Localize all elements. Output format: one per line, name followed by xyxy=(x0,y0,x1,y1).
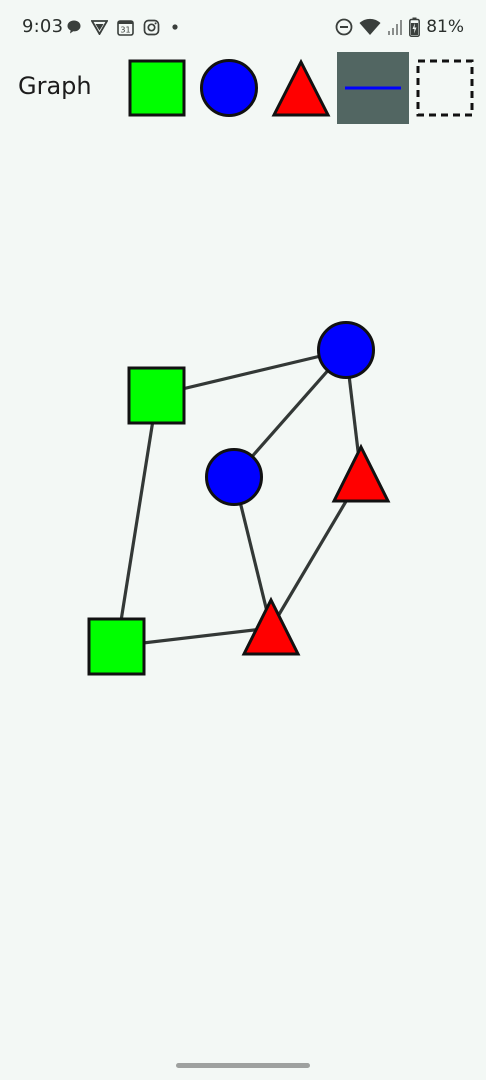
calendar-31-icon: 31 xyxy=(117,19,134,36)
line-edge-icon xyxy=(345,86,401,90)
graph-node-triangle-bottom[interactable] xyxy=(241,596,301,656)
dashed-selection-icon xyxy=(416,59,474,117)
add-square-tool-button[interactable] xyxy=(121,52,193,124)
notification-icons: 31 xyxy=(66,16,181,38)
app-title: Graph xyxy=(18,72,92,100)
add-edge-tool-button[interactable] xyxy=(337,52,409,124)
red-triangle-icon xyxy=(271,58,331,117)
battery-percentage: 81% xyxy=(426,17,464,37)
selection-tool-button[interactable] xyxy=(409,52,481,124)
battery-charging-icon xyxy=(409,17,421,37)
add-circle-tool-button[interactable] xyxy=(193,52,265,124)
graph-app-screen: 9:03 31 81% Graph xyxy=(0,0,486,1080)
chat-bubble-icon xyxy=(66,19,82,35)
toolbar: Graph xyxy=(0,52,486,126)
graph-node-circle-top-right[interactable] xyxy=(317,321,375,379)
blue-circle-icon xyxy=(200,59,258,117)
cell-signal-icon xyxy=(387,18,403,36)
vpn-shield-icon xyxy=(91,19,108,35)
dot-icon xyxy=(169,21,181,33)
do-not-disturb-icon xyxy=(335,18,353,36)
graph-node-triangle-right[interactable] xyxy=(331,443,391,503)
graph-node-circle-middle[interactable] xyxy=(205,448,263,506)
add-triangle-tool-button[interactable] xyxy=(265,52,337,124)
instagram-icon xyxy=(143,19,160,36)
calendar-day-text: 31 xyxy=(120,25,130,34)
status-bar: 9:03 31 81% xyxy=(0,0,486,56)
graph-node-square-top[interactable] xyxy=(127,366,186,425)
graph-node-square-bottom[interactable] xyxy=(87,617,146,676)
system-icons: 81% xyxy=(335,16,464,38)
gesture-nav-handle[interactable] xyxy=(176,1063,310,1068)
status-time: 9:03 xyxy=(22,16,64,37)
green-square-icon xyxy=(128,59,186,117)
wifi-icon xyxy=(359,18,381,36)
edge-square-top-to-square-bottom[interactable] xyxy=(115,394,159,647)
graph-canvas[interactable] xyxy=(0,126,486,1026)
